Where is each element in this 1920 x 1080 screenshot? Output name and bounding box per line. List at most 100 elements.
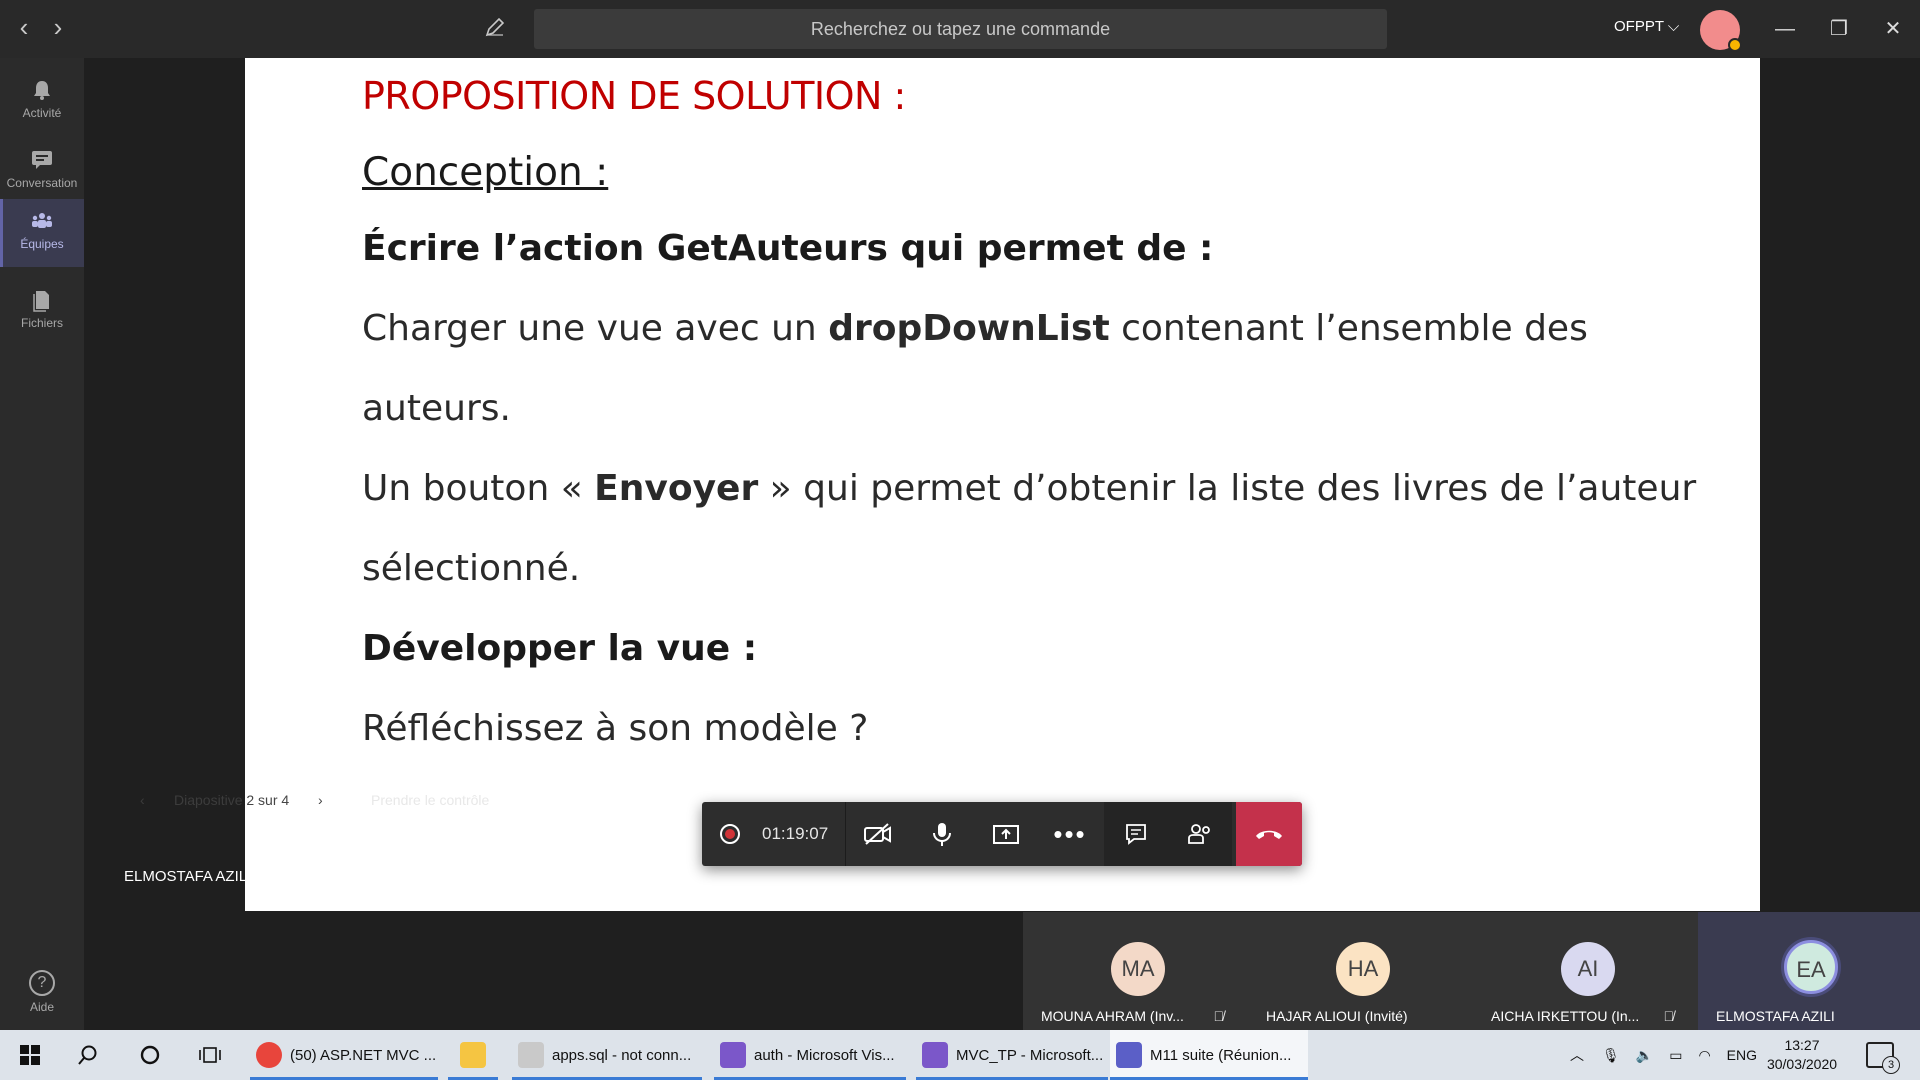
minimize-icon[interactable]: — <box>1770 14 1800 44</box>
status-away-icon <box>1728 38 1742 52</box>
forward-icon[interactable]: › <box>44 14 72 42</box>
windows-start-icon[interactable] <box>6 1030 54 1080</box>
take-control-button[interactable]: Prendre le contrôle <box>245 780 540 820</box>
hang-up-button[interactable] <box>1236 802 1302 866</box>
chat-icon <box>32 151 52 169</box>
folder-icon <box>460 1042 486 1068</box>
user-avatar[interactable] <box>1700 10 1742 52</box>
restore-icon[interactable]: ❐ <box>1824 14 1854 44</box>
taskbar-app-explorer[interactable] <box>448 1030 498 1080</box>
participant-name: AICHA IRKETTOU (In... <box>1491 1008 1640 1024</box>
cortana-icon[interactable] <box>126 1030 174 1080</box>
slide-text-bold: dropDownList <box>828 308 1110 349</box>
slide-text: » qui permet d’obtenir la liste des livr… <box>758 468 1697 509</box>
files-icon <box>33 291 49 312</box>
slide-subtitle: Conception : <box>362 150 609 195</box>
participant-name: ELMOSTAFA AZILI <box>1716 1008 1835 1024</box>
teams-icon <box>1116 1042 1142 1068</box>
taskbar-app-label: M11 suite (Réunion... <box>1150 1046 1292 1064</box>
microphone-icon <box>933 823 951 846</box>
slide-line: sélectionné. <box>362 548 581 589</box>
rail-item-conversation[interactable]: Conversation <box>0 138 84 206</box>
avatar: EA <box>1784 940 1838 994</box>
slide-text: Charger une vue avec un <box>362 308 829 349</box>
help-icon: ? <box>29 970 55 996</box>
taskbar-app-label: apps.sql - not conn... <box>552 1046 692 1064</box>
taskbar: (50) ASP.NET MVC ... apps.sql - not conn… <box>0 1030 1920 1080</box>
avatar: MA <box>1111 942 1165 996</box>
share-screen-icon <box>993 825 1019 844</box>
call-controls: 01:19:07 ••• <box>702 802 1302 866</box>
more-options-button[interactable]: ••• <box>1038 802 1102 866</box>
rail-item-activity[interactable]: Activité <box>0 68 84 136</box>
taskbar-app-sql[interactable]: apps.sql - not conn... <box>512 1030 702 1080</box>
battery-icon[interactable]: ▭ <box>1669 1047 1682 1064</box>
slide-text: contenant l’ensemble des <box>1109 308 1588 349</box>
clock-date: 30/03/2020 <box>1766 1056 1838 1072</box>
mic-muted-icon: 🎙̸ <box>1213 1008 1225 1024</box>
record-icon <box>720 824 740 844</box>
timer-text: 01:19:07 <box>762 824 829 843</box>
help-label: Aide <box>29 1000 55 1014</box>
close-icon[interactable]: ✕ <box>1878 14 1908 44</box>
slide-line: auteurs. <box>362 388 511 429</box>
wifi-icon[interactable]: ◠ <box>1698 1047 1710 1064</box>
avatar: AI <box>1561 942 1615 996</box>
volume-icon[interactable]: 🔈 <box>1636 1047 1653 1064</box>
language-indicator[interactable]: ENG <box>1727 1047 1757 1063</box>
participant-name: HAJAR ALIOUI (Invité) <box>1266 1008 1408 1024</box>
people-icon <box>1188 824 1210 844</box>
call-timer: 01:19:07 <box>702 802 846 866</box>
mic-button[interactable] <box>910 802 974 866</box>
search-input[interactable]: Recherchez ou tapez une commande <box>534 9 1387 49</box>
slide-title: PROPOSITION DE SOLUTION : <box>362 74 906 118</box>
participant-name: MOUNA AHRAM (Inv... <box>1041 1008 1184 1024</box>
slide-line: Un bouton « Envoyer » qui permet d’obten… <box>362 468 1696 509</box>
take-control-label: Prendre le contrôle <box>371 792 490 808</box>
taskbar-app-chrome[interactable]: (50) ASP.NET MVC ... <box>250 1030 438 1080</box>
chat-icon <box>1126 824 1146 845</box>
rail-label: Activité <box>22 106 62 120</box>
share-button[interactable] <box>974 802 1038 866</box>
taskbar-app-vs-mvc[interactable]: MVC_TP - Microsoft... <box>916 1030 1108 1080</box>
rail-item-files[interactable]: Fichiers <box>0 278 84 346</box>
slide-line: Réfléchissez à son modèle ? <box>362 708 869 749</box>
slide-line: Développer la vue : <box>362 628 758 669</box>
avatar: HA <box>1336 942 1390 996</box>
participant-tile[interactable]: MA MOUNA AHRAM (Inv... 🎙̸ <box>1023 912 1248 1030</box>
compose-icon[interactable] <box>484 16 510 42</box>
title-bar: ‹ › Recherchez ou tapez une commande OFP… <box>0 0 1920 58</box>
clock-time: 13:27 <box>1784 1037 1820 1053</box>
taskbar-app-label: MVC_TP - Microsoft... <box>956 1046 1104 1064</box>
taskbar-app-vs-auth[interactable]: auth - Microsoft Vis... <box>714 1030 906 1080</box>
participant-tile[interactable]: AI AICHA IRKETTOU (In... 🎙̸ <box>1473 912 1698 1030</box>
participant-tile-self[interactable]: EA ELMOSTAFA AZILI <box>1698 912 1920 1030</box>
camera-toggle-button[interactable] <box>846 802 910 866</box>
participant-tile[interactable]: HA HAJAR ALIOUI (Invité) <box>1248 912 1473 1030</box>
org-switcher[interactable]: OFPPT ⌵ <box>1614 18 1679 35</box>
notification-count: 3 <box>1882 1056 1900 1074</box>
rail-item-teams[interactable]: Équipes <box>0 199 84 267</box>
microphone-tray-icon[interactable]: 🎙 <box>1602 1047 1620 1064</box>
chevron-up-icon[interactable]: ︿ <box>1570 1045 1584 1065</box>
taskbar-app-label: (50) ASP.NET MVC ... <box>290 1046 437 1064</box>
taskbar-app-teams[interactable]: M11 suite (Réunion... <box>1110 1030 1308 1080</box>
chrome-icon <box>256 1042 282 1068</box>
slide-line: Charger une vue avec un dropDownList con… <box>362 308 1588 349</box>
chat-button[interactable] <box>1104 802 1168 866</box>
rail-label: Conversation <box>6 176 78 190</box>
teams-icon <box>32 213 52 228</box>
search-icon[interactable] <box>64 1030 112 1080</box>
task-view-icon[interactable] <box>186 1030 234 1080</box>
app-rail: Activité Conversation Équipes Fichiers <box>0 58 84 1030</box>
chevron-left-icon[interactable]: ‹ <box>140 792 145 808</box>
slide-line: Écrire l’action GetAuteurs qui permet de… <box>362 228 1214 269</box>
help-button[interactable]: ? Aide <box>0 970 84 1014</box>
notification-center-icon[interactable]: 3 <box>1866 1042 1900 1074</box>
taskbar-app-label: auth - Microsoft Vis... <box>754 1046 895 1064</box>
mic-muted-icon: 🎙̸ <box>1663 1008 1675 1024</box>
back-icon[interactable]: ‹ <box>10 14 38 42</box>
clock[interactable]: 13:27 30/03/2020 <box>1762 1036 1842 1074</box>
visual-studio-icon <box>720 1042 746 1068</box>
participants-button[interactable] <box>1168 802 1232 866</box>
